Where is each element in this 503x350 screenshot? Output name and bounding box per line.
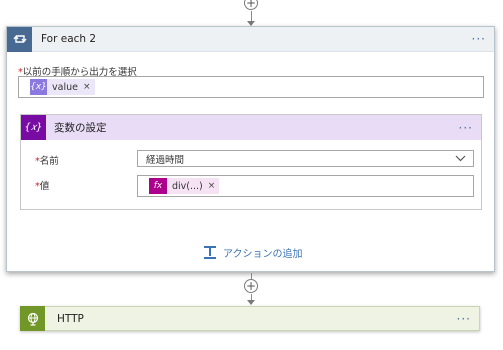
- foreach-more-options-icon[interactable]: ···: [472, 33, 486, 45]
- set-variable-header[interactable]: {𝑥} 変数の設定 ···: [21, 115, 481, 140]
- add-action-button[interactable]: アクションの追加: [203, 245, 303, 260]
- variable-value-input[interactable]: fx div(...) ×: [137, 175, 474, 197]
- http-more-options-icon[interactable]: ···: [457, 313, 471, 325]
- insert-step-plus-icon[interactable]: +: [244, 279, 258, 293]
- value-field-label: *値: [35, 178, 49, 192]
- loop-icon: [7, 26, 32, 52]
- name-label-text: 名前: [39, 156, 59, 167]
- remove-token-icon[interactable]: ×: [83, 82, 95, 92]
- remove-token-icon[interactable]: ×: [208, 181, 220, 191]
- chevron-down-icon: [455, 155, 466, 162]
- value-label-text: 値: [39, 181, 50, 192]
- add-action-icon: [203, 245, 217, 260]
- variable-more-options-icon[interactable]: ···: [459, 122, 473, 134]
- set-variable-card: {𝑥} 変数の設定 ··· *名前 経過時間 *値 fx div(...) ×: [20, 114, 482, 210]
- select-output-input[interactable]: {x} value ×: [18, 76, 484, 98]
- variable-name-dropdown[interactable]: 経過時間: [137, 150, 474, 167]
- function-icon: fx: [149, 178, 167, 194]
- dynamic-content-token[interactable]: {x} value ×: [30, 79, 95, 95]
- foreach-header[interactable]: For each 2 ···: [7, 26, 494, 52]
- variable-icon: {𝑥}: [21, 115, 46, 140]
- foreach-container: For each 2 ··· *以前の手順から出力を選択 {x} value ×…: [6, 26, 495, 272]
- add-action-label: アクションの追加: [223, 249, 303, 260]
- foreach-title: For each 2: [41, 33, 97, 45]
- token-label: value: [52, 81, 78, 93]
- set-variable-title: 変数の設定: [54, 122, 107, 134]
- flow-canvas: + For each 2 ··· *以前の手順から出力を選択 {x} value: [0, 0, 503, 350]
- name-field-label: *名前: [35, 153, 59, 167]
- variable-name-value: 経過時間: [146, 154, 185, 166]
- http-title: HTTP: [57, 312, 84, 325]
- expression-label: div(...): [172, 180, 203, 192]
- arrow-down-icon: [247, 300, 255, 305]
- variable-token-icon: {x}: [30, 79, 47, 95]
- http-action-card[interactable]: HTTP ···: [20, 306, 480, 331]
- expression-token[interactable]: fx div(...) ×: [149, 178, 220, 194]
- insert-step-plus-icon[interactable]: +: [244, 0, 258, 10]
- globe-icon: [20, 306, 45, 331]
